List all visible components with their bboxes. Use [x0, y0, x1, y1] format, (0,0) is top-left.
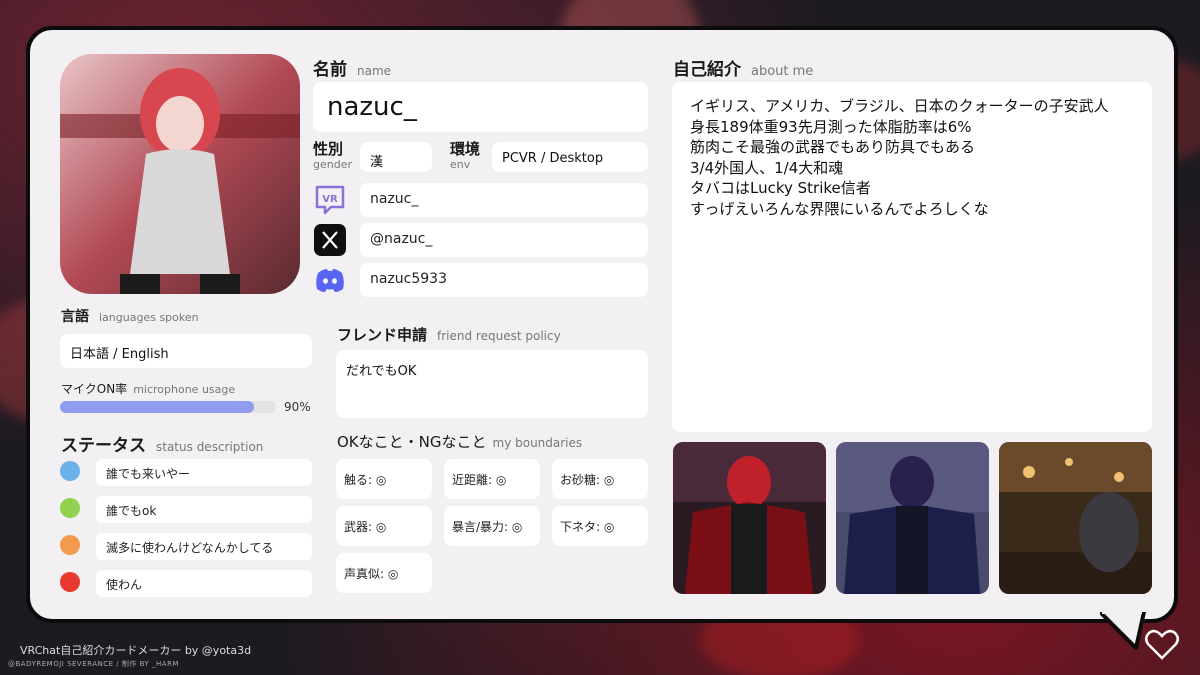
friend-request-sublabel: friend request policy	[437, 329, 561, 343]
gallery-photo-3	[999, 442, 1152, 594]
mic-usage-fill	[60, 401, 255, 413]
gender-heading: 性別 gender	[313, 140, 352, 171]
name-label: 名前	[313, 60, 347, 80]
friend-request-heading: フレンド申請 friend request policy	[337, 324, 561, 345]
friend-request-label: フレンド申請	[337, 326, 428, 344]
boundaries-heading: OKなこと・NGなこと my boundaries	[337, 431, 582, 452]
languages-sublabel: languages spoken	[99, 311, 199, 324]
gender-sublabel: gender	[313, 158, 352, 171]
vrchat-field[interactable]: nazuc_	[360, 183, 648, 217]
avatar-photo	[60, 54, 300, 294]
languages-label: 言語	[61, 309, 89, 325]
env-label: 環境	[450, 140, 481, 158]
status-item-text[interactable]: 誰でも来いやー	[96, 459, 312, 486]
svg-text:VR: VR	[322, 194, 338, 205]
mic-heading: マイクON率 microphone usage	[61, 378, 235, 397]
boundaries-sublabel: my boundaries	[492, 436, 583, 450]
speech-bubble-tail	[1100, 612, 1146, 650]
about-sublabel: about me	[751, 64, 814, 79]
footer-small-text: @BADYREMOJI SEVERANCE / 制作 BY _HARM	[8, 660, 179, 668]
status-item-text[interactable]: 誰でもok	[96, 496, 312, 523]
mic-label: マイクON率	[61, 382, 128, 396]
mic-percent: 90%	[284, 400, 311, 414]
boundaries-label: OKなこと・NGなこと	[337, 433, 487, 451]
boundary-item[interactable]: 下ネタ: ◎	[552, 506, 648, 546]
about-text-area[interactable]: イギリス、アメリカ、ブラジル、日本のクォーターの子安武人 身長189体重93先月測…	[672, 82, 1152, 432]
status-item-text[interactable]: 滅多に使わんけどなんかしてる	[96, 533, 312, 560]
heart-logo-icon	[1145, 629, 1179, 660]
footer-credit: VRChat自己紹介カードメーカー by @yota3d	[20, 644, 252, 657]
about-label: 自己紹介	[673, 60, 741, 80]
boundary-item[interactable]: お砂糖: ◎	[552, 459, 648, 499]
languages-heading: 言語 languages spoken	[61, 306, 199, 326]
about-line: 身長189体重93先月測った体脂肪率は6%	[690, 117, 972, 136]
vrchat-icon: VR	[315, 185, 345, 215]
status-sublabel: status description	[156, 440, 264, 454]
env-heading: 環境 env	[450, 140, 481, 171]
mic-sublabel: microphone usage	[133, 383, 236, 396]
status-dot	[60, 572, 80, 592]
about-line: 筋肉こそ最強の武器でもあり防具でもある	[690, 138, 976, 156]
gallery-photo-1	[673, 442, 826, 594]
discord-icon	[316, 269, 344, 292]
about-lines: イギリス、アメリカ、ブラジル、日本のクォーターの子安武人 身長189体重93先月測…	[690, 96, 1134, 219]
boundary-item[interactable]: 近距離: ◎	[444, 459, 540, 499]
name-sublabel: name	[357, 64, 392, 78]
discord-field[interactable]: nazuc5933	[360, 263, 648, 297]
status-dot	[60, 535, 80, 555]
languages-field[interactable]: 日本語 / English	[60, 334, 312, 368]
about-line: すっげえいろんな界隈にいるんでよろしくな	[690, 199, 989, 218]
status-label: ステータス	[61, 436, 146, 456]
boundary-item[interactable]: 武器: ◎	[336, 506, 432, 546]
boundary-item[interactable]: 暴言/暴力: ◎	[444, 506, 540, 546]
name-field[interactable]: nazuc_	[313, 82, 648, 132]
about-heading: 自己紹介 about me	[673, 55, 813, 80]
x-twitter-icon	[314, 224, 346, 256]
status-dot	[60, 461, 80, 481]
about-line: タバコはLucky Strike信者	[690, 179, 871, 197]
status-item-text[interactable]: 使わん	[96, 570, 312, 597]
mic-usage-bar	[60, 401, 276, 413]
friend-request-field[interactable]: だれでもOK	[336, 350, 648, 418]
gallery-photo-2	[836, 442, 989, 594]
status-dot	[60, 498, 80, 518]
env-field[interactable]: PCVR / Desktop	[492, 142, 648, 172]
gender-field[interactable]: 漢	[360, 142, 432, 172]
about-line: イギリス、アメリカ、ブラジル、日本のクォーターの子安武人	[690, 97, 1109, 115]
status-heading: ステータス status description	[61, 431, 263, 456]
boundary-item[interactable]: 声真似: ◎	[336, 553, 432, 593]
name-heading: 名前 name	[313, 55, 391, 80]
about-line: 3/4外国人、1/4大和魂	[690, 158, 844, 177]
gender-label: 性別	[313, 140, 344, 158]
x-twitter-field[interactable]: @nazuc_	[360, 223, 648, 257]
env-sublabel: env	[450, 158, 471, 171]
boundary-item[interactable]: 触る: ◎	[336, 459, 432, 499]
